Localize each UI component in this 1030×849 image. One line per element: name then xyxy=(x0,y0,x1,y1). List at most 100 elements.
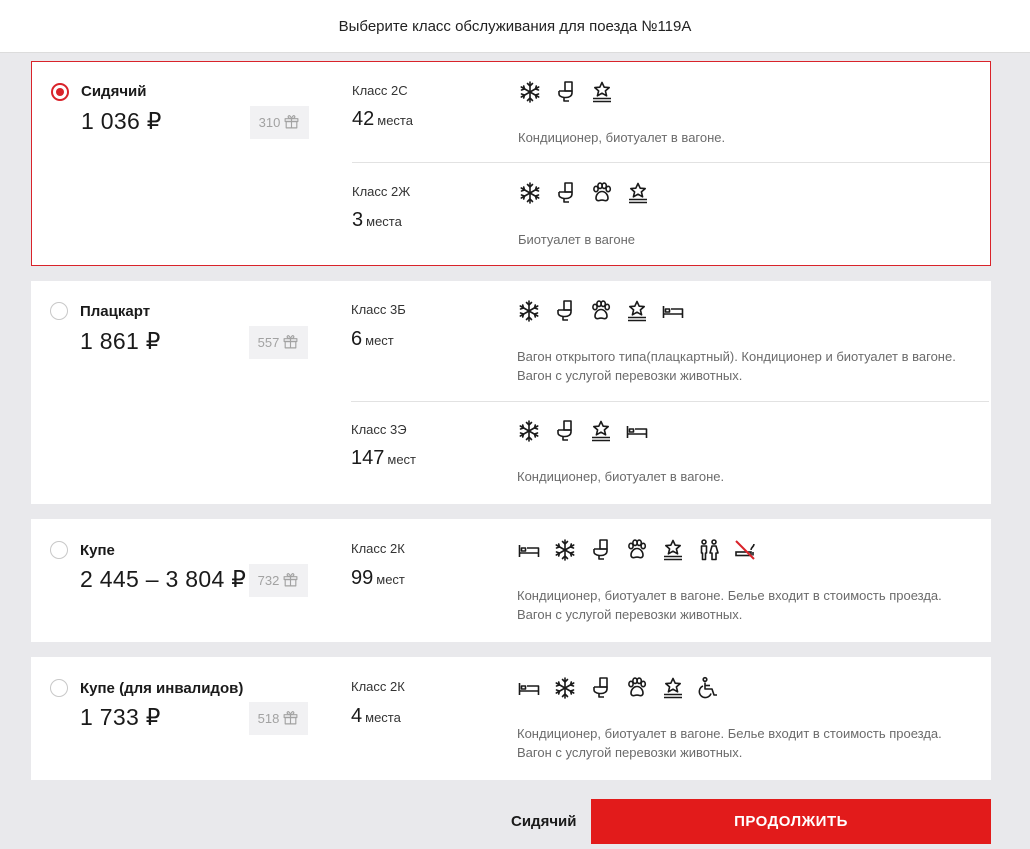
service-icon xyxy=(626,181,650,205)
class-radio[interactable] xyxy=(50,302,68,320)
seat-unit: мест xyxy=(365,333,394,348)
subclass-label: Класс 2К xyxy=(351,679,405,694)
subclass-row: Класс 2Ж 3 места Биотуалет в вагоне xyxy=(352,162,990,267)
subclass-label: Класс 2С xyxy=(352,83,408,98)
subclass-description: Кондиционер, биотуалет в вагоне. xyxy=(517,469,725,484)
snowflake-icon xyxy=(518,181,542,205)
toilet-icon xyxy=(554,181,578,205)
no-smoking-icon xyxy=(733,538,757,562)
class-price: 2 445 – 3 804 ₽ xyxy=(80,566,247,592)
seat-number: 99 xyxy=(351,567,374,589)
toilet-icon xyxy=(589,538,613,562)
service-icon xyxy=(661,538,685,562)
bonus-badge: 518 xyxy=(249,702,308,735)
seat-count: 4 места xyxy=(351,705,401,728)
amenity-icons xyxy=(518,80,614,104)
snowflake-icon xyxy=(553,676,577,700)
seat-number: 4 xyxy=(351,705,363,727)
class-card-kupe-disabled[interactable]: Купе (для инвалидов) 1 733 ₽ 518 Класс 2… xyxy=(31,657,991,780)
class-name: Купе (для инвалидов) xyxy=(80,680,244,697)
bonus-points: 732 xyxy=(257,573,280,588)
service-icon xyxy=(661,676,685,700)
page-title: Выберите класс обслуживания для поезда №… xyxy=(338,17,692,35)
amenity-icons xyxy=(517,419,649,443)
class-name: Плацкарт xyxy=(80,303,151,320)
toilet-icon xyxy=(553,299,577,323)
seat-unit: места xyxy=(377,113,413,128)
subclass-label: Класс 3Б xyxy=(351,302,406,317)
gift-icon xyxy=(282,571,299,591)
subclass-description: Кондиционер, биотуалет в вагоне. Белье в… xyxy=(517,726,942,760)
gift-icon xyxy=(282,709,299,729)
toilet-icon xyxy=(589,676,613,700)
gift-icon xyxy=(283,113,300,133)
snowflake-icon xyxy=(517,419,541,443)
seat-number: 147 xyxy=(351,447,385,469)
service-icon xyxy=(625,299,649,323)
seat-count: 3 места xyxy=(352,209,402,232)
bonus-badge: 557 xyxy=(249,326,308,359)
seat-unit: места xyxy=(365,710,401,725)
subclass-row: Класс 3Б 6 мест Вагон открытого типа(плац… xyxy=(351,281,989,401)
snowflake-icon xyxy=(517,299,541,323)
subclass-description: Кондиционер, биотуалет в вагоне. xyxy=(518,130,726,145)
service-icon xyxy=(590,80,614,104)
class-price: 1 861 ₽ xyxy=(80,328,161,354)
seat-number: 6 xyxy=(351,328,363,350)
seat-number: 42 xyxy=(352,108,375,130)
seat-count: 42 места xyxy=(352,108,413,131)
seat-count: 6 мест xyxy=(351,328,394,351)
subclass-row: Класс 2К 99 мест Кондиционер, биотуалет в… xyxy=(351,519,989,641)
amenity-icons xyxy=(517,538,757,562)
seat-number: 3 xyxy=(352,209,364,231)
bed-icon xyxy=(661,299,685,323)
subclass-row: Класс 2С 42 места Кондиционер, биотуалет … xyxy=(352,62,990,162)
bed-icon xyxy=(625,419,649,443)
class-name: Купе xyxy=(80,542,115,559)
paw-icon xyxy=(625,538,649,562)
class-price: 1 036 ₽ xyxy=(81,108,162,134)
seat-count: 99 мест xyxy=(351,567,405,590)
bed-icon xyxy=(517,676,541,700)
wheelchair-icon xyxy=(697,676,721,700)
bonus-points: 518 xyxy=(257,711,280,726)
class-price: 1 733 ₽ xyxy=(80,704,161,730)
gender-icon xyxy=(697,538,721,562)
class-card-platzkart[interactable]: Плацкарт 1 861 ₽ 557 Класс 3Б 6 мест Ваго… xyxy=(31,281,991,504)
class-radio[interactable] xyxy=(50,679,68,697)
page-header: Выберите класс обслуживания для поезда №… xyxy=(0,0,1030,53)
snowflake-icon xyxy=(518,80,542,104)
seat-unit: места xyxy=(366,214,402,229)
class-radio[interactable] xyxy=(50,541,68,559)
paw-icon xyxy=(589,299,613,323)
subclass-description: Биотуалет в вагоне xyxy=(518,232,635,247)
service-icon xyxy=(589,419,613,443)
class-name: Сидячий xyxy=(81,83,147,100)
amenity-icons xyxy=(517,676,721,700)
bed-icon xyxy=(517,538,541,562)
seat-count: 147 мест xyxy=(351,447,416,470)
selected-class-label: Сидячий xyxy=(511,813,577,830)
class-radio[interactable] xyxy=(51,83,69,101)
amenity-icons xyxy=(517,299,685,323)
bonus-badge: 310 xyxy=(250,106,309,139)
subclass-label: Класс 2Ж xyxy=(352,184,411,199)
bonus-points: 310 xyxy=(258,115,281,130)
subclass-label: Класс 3Э xyxy=(351,422,407,437)
subclass-description: Вагон открытого типа(плацкартный). Конди… xyxy=(517,349,956,383)
snowflake-icon xyxy=(553,538,577,562)
bonus-points: 557 xyxy=(257,335,280,350)
bonus-badge: 732 xyxy=(249,564,308,597)
toilet-icon xyxy=(554,80,578,104)
class-card-sitting[interactable]: Сидячий 1 036 ₽ 310 Класс 2С 42 места Кон… xyxy=(31,61,991,266)
paw-icon xyxy=(590,181,614,205)
continue-button[interactable]: ПРОДОЛЖИТЬ xyxy=(591,799,991,844)
class-card-kupe[interactable]: Купе 2 445 – 3 804 ₽ 732 Класс 2К 99 мест… xyxy=(31,519,991,642)
subclass-description: Кондиционер, биотуалет в вагоне. Белье в… xyxy=(517,588,942,622)
toilet-icon xyxy=(553,419,577,443)
gift-icon xyxy=(282,333,299,353)
subclass-row: Класс 2К 4 места Кондиционер, биотуалет в… xyxy=(351,657,989,779)
subclass-label: Класс 2К xyxy=(351,541,405,556)
seat-unit: мест xyxy=(376,572,405,587)
paw-icon xyxy=(625,676,649,700)
